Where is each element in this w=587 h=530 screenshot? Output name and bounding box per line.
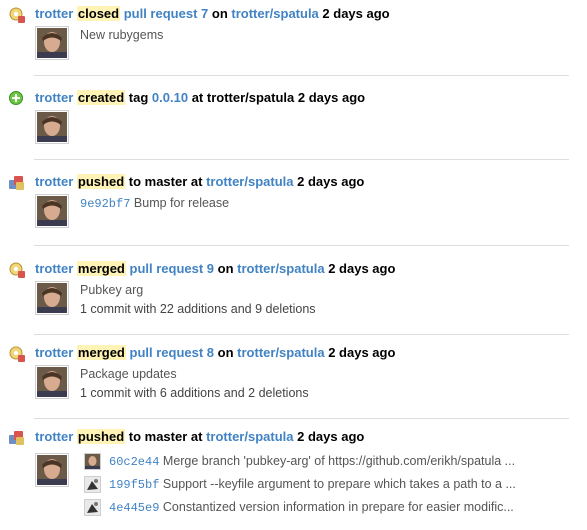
- divider: [34, 245, 569, 246]
- repo-link[interactable]: trotter/spatula: [237, 261, 324, 276]
- feed-event: trotter merged pull request 9 on trotter…: [0, 255, 575, 335]
- feed-event: trotter pushed to master at trotter/spat…: [0, 168, 575, 246]
- commit-message: Support --keyfile argument to prepare wh…: [162, 477, 516, 491]
- feed-event: trotter created tag 0.0.10 at trotter/sp…: [0, 84, 575, 160]
- feed-event: trotter merged pull request 8 on trotter…: [0, 339, 575, 419]
- pull-request-icon: [8, 345, 26, 363]
- action-text: pushed: [76, 174, 126, 189]
- repo-link[interactable]: trotter/spatula: [237, 345, 324, 360]
- divider: [34, 75, 569, 76]
- actor-link[interactable]: trotter: [35, 6, 73, 21]
- create-icon: [8, 90, 26, 108]
- commit-sha-link[interactable]: 60c2e44: [109, 455, 159, 469]
- object-type-text: tag: [128, 90, 149, 105]
- pull-request-icon: [8, 6, 26, 24]
- commit-author-avatar[interactable]: [84, 499, 101, 517]
- pull-request-link[interactable]: pull request 9: [130, 261, 215, 276]
- divider: [34, 159, 569, 160]
- divider: [34, 418, 569, 419]
- commit-row: 4e445e9 Constantized version information…: [84, 498, 514, 517]
- avatar[interactable]: [35, 281, 69, 315]
- feed-event: trotter closed pull request 7 on trotter…: [0, 0, 575, 76]
- pull-request-title: Pubkey arg: [80, 283, 144, 297]
- event-title: trotter pushed to master at trotter/spat…: [35, 174, 364, 189]
- tag-link[interactable]: 0.0.10: [152, 90, 188, 105]
- commit-author-avatar[interactable]: [84, 476, 101, 494]
- connector-text: at trotter/spatula: [191, 90, 295, 105]
- event-title: trotter closed pull request 7 on trotter…: [35, 6, 390, 21]
- action-text: pushed: [76, 429, 126, 444]
- event-title: trotter merged pull request 8 on trotter…: [35, 345, 395, 360]
- timestamp: 2 days ago: [322, 6, 390, 21]
- actor-link[interactable]: trotter: [35, 429, 73, 444]
- event-title: trotter merged pull request 9 on trotter…: [35, 261, 395, 276]
- timestamp: 2 days ago: [328, 345, 396, 360]
- pull-request-icon: [8, 261, 26, 279]
- actor-link[interactable]: trotter: [35, 345, 73, 360]
- repo-link[interactable]: trotter/spatula: [231, 6, 318, 21]
- actor-link[interactable]: trotter: [35, 174, 73, 189]
- change-summary: 1 commit with 22 additions and 9 deletio…: [80, 302, 316, 316]
- commit-sha-link[interactable]: 9e92bf7: [80, 197, 130, 211]
- branch-text: to master at: [128, 174, 203, 189]
- avatar[interactable]: [35, 26, 69, 60]
- commit-author-avatar[interactable]: [84, 453, 101, 471]
- event-title: trotter created tag 0.0.10 at trotter/sp…: [35, 90, 365, 105]
- pull-request-title: New rubygems: [80, 28, 164, 42]
- event-details: 9e92bf7 Bump for release: [80, 194, 229, 213]
- commit-sha-link[interactable]: 199f5bf: [109, 478, 159, 492]
- actor-link[interactable]: trotter: [35, 261, 73, 276]
- action-text: created: [76, 90, 126, 105]
- pull-request-link[interactable]: pull request 7: [124, 6, 209, 21]
- actor-link[interactable]: trotter: [35, 90, 73, 105]
- change-summary: 1 commit with 6 additions and 2 deletion…: [80, 386, 309, 400]
- connector-text: on: [217, 261, 234, 276]
- commit-row: 60c2e44 Merge branch 'pubkey-arg' of htt…: [84, 452, 516, 471]
- action-text: closed: [76, 6, 121, 21]
- push-icon: [8, 429, 26, 447]
- push-icon: [8, 174, 26, 192]
- repo-link[interactable]: trotter/spatula: [206, 174, 293, 189]
- connector-text: on: [211, 6, 228, 21]
- timestamp: 2 days ago: [297, 90, 366, 105]
- repo-link[interactable]: trotter/spatula: [206, 429, 293, 444]
- event-details: Pubkey arg 1 commit with 22 additions an…: [80, 281, 316, 319]
- commit-sha-link[interactable]: 4e445e9: [109, 501, 159, 515]
- connector-text: on: [217, 345, 234, 360]
- avatar[interactable]: [35, 365, 69, 399]
- commit-message: Merge branch 'pubkey-arg' of https://git…: [162, 454, 516, 468]
- commit-message: Constantized version information in prep…: [162, 500, 514, 514]
- commit-row: 199f5bf Support --keyfile argument to pr…: [84, 475, 516, 494]
- pull-request-link[interactable]: pull request 8: [130, 345, 215, 360]
- divider: [34, 334, 569, 335]
- action-text: merged: [76, 345, 126, 360]
- branch-text: to master at: [128, 429, 203, 444]
- timestamp: 2 days ago: [297, 174, 365, 189]
- timestamp: 2 days ago: [328, 261, 396, 276]
- timestamp: 2 days ago: [297, 429, 365, 444]
- avatar[interactable]: [35, 194, 69, 228]
- event-details: Package updates 1 commit with 6 addition…: [80, 365, 309, 403]
- avatar[interactable]: [35, 453, 69, 487]
- event-details: New rubygems: [80, 26, 163, 45]
- commit-message: Bump for release: [133, 196, 230, 210]
- avatar[interactable]: [35, 110, 69, 144]
- pull-request-title: Package updates: [80, 367, 177, 381]
- activity-feed: trotter closed pull request 7 on trotter…: [0, 0, 587, 530]
- action-text: merged: [76, 261, 126, 276]
- feed-event: trotter pushed to master at trotter/spat…: [0, 423, 575, 530]
- event-title: trotter pushed to master at trotter/spat…: [35, 429, 364, 444]
